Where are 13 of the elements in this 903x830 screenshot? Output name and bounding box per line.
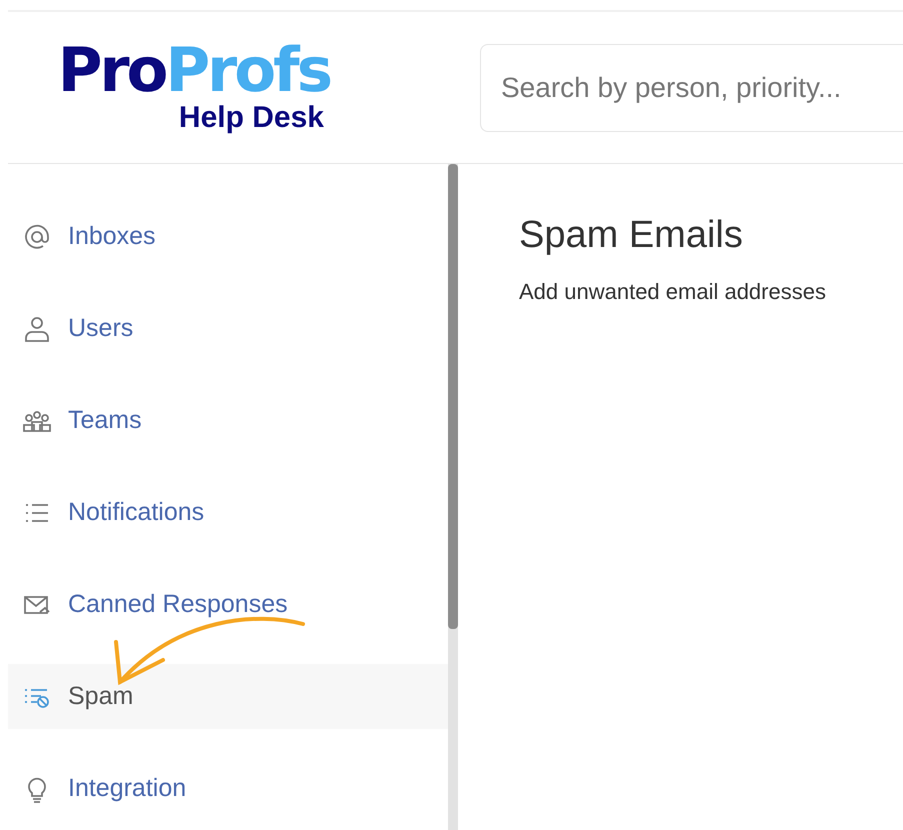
sidebar-item[interactable]: Inboxes	[8, 204, 448, 269]
sidebar-item[interactable]: Spam	[8, 664, 448, 729]
sidebar-item[interactable]: Teams	[8, 388, 448, 453]
search-field[interactable]: Search by person, priority...	[480, 44, 903, 132]
scrollbar[interactable]	[448, 164, 458, 830]
page-description: Add unwanted email addresses	[519, 279, 827, 305]
sidebar-item[interactable]: Canned Responses	[8, 572, 448, 637]
logo-subtitle: Help Desk	[178, 100, 324, 134]
sidebar-item[interactable]: Users	[8, 296, 448, 361]
logo-wordmark: ProProfs	[58, 40, 330, 100]
sidebar-item[interactable]: Notifications	[8, 480, 448, 545]
page-title: Spam Emails	[519, 214, 744, 257]
sidebar-item[interactable]: Integration	[8, 756, 448, 821]
